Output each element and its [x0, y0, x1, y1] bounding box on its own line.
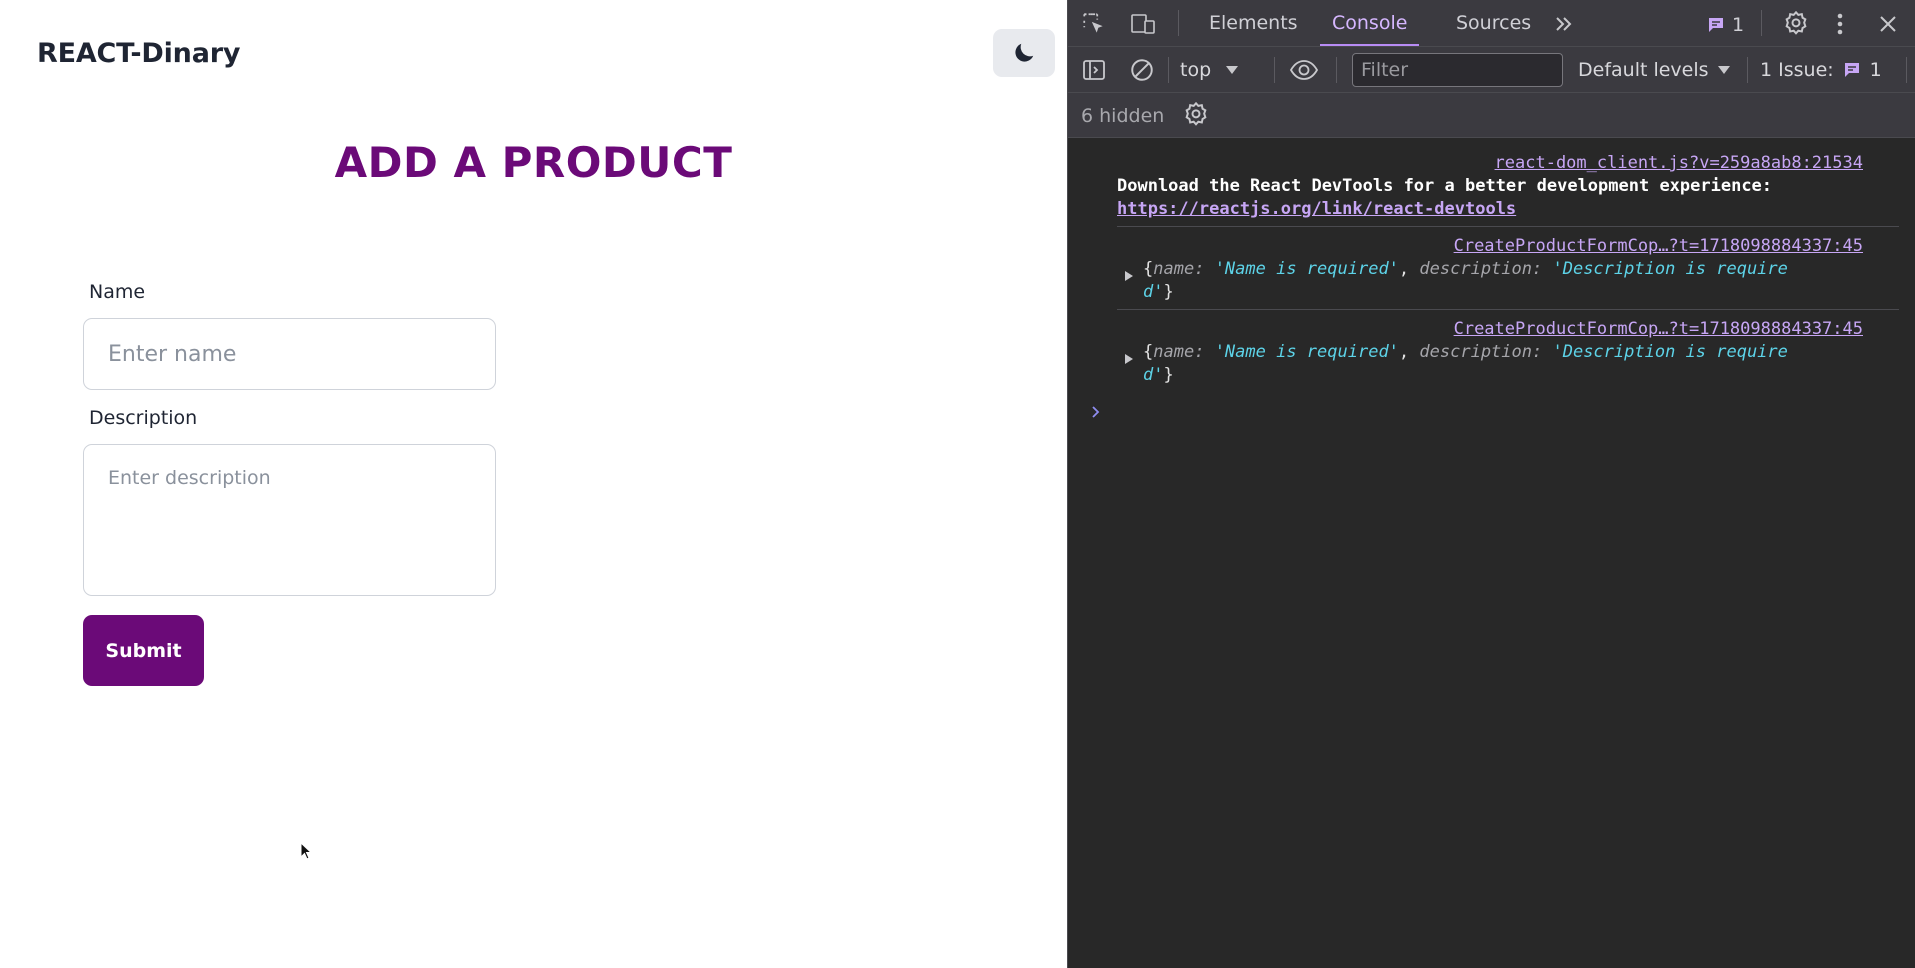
console-prompt-chevron-icon	[1092, 406, 1100, 418]
tab-elements[interactable]: Elements	[1209, 0, 1298, 46]
issues-badge[interactable]: 1	[1700, 12, 1750, 38]
issues-label: 1 Issue:	[1760, 59, 1834, 81]
expand-triangle-icon[interactable]	[1124, 353, 1134, 365]
toolbar-separator	[1747, 57, 1748, 83]
issues-count-button[interactable]: 1 Issue: 1	[1760, 55, 1890, 85]
object-preview[interactable]: {name: 'Name is required', description: …	[1143, 259, 1788, 279]
app-viewport: REACT-Dinary ADD A PRODUCT Name Descript…	[0, 0, 1067, 968]
message-icon	[1708, 18, 1723, 32]
toolbar-separator	[1168, 57, 1169, 83]
message-separator	[1117, 309, 1899, 310]
react-devtools-link[interactable]: https://reactjs.org/link/react-devtools	[1117, 199, 1516, 219]
context-value: top	[1180, 59, 1212, 81]
tab-separator	[1178, 10, 1179, 36]
object-preview-wrap: d'}	[1143, 365, 1174, 385]
log-levels-label: Default levels	[1578, 59, 1709, 81]
toolbar-separator	[1336, 57, 1337, 83]
theme-toggle-button[interactable]	[993, 29, 1055, 77]
name-input[interactable]	[83, 318, 496, 390]
expand-triangle-icon[interactable]	[1124, 270, 1134, 282]
name-label: Name	[89, 281, 146, 303]
dropdown-caret-icon	[1226, 66, 1239, 74]
tab-sources[interactable]: Sources	[1456, 0, 1531, 46]
console-prompt-input[interactable]	[1113, 397, 1893, 427]
devtools-tabbar: Elements Console Sources 1	[1068, 0, 1915, 47]
description-textarea[interactable]	[83, 444, 496, 596]
clear-console-icon[interactable]	[1128, 56, 1156, 84]
tab-separator	[1761, 10, 1762, 36]
dropdown-caret-icon	[1717, 66, 1730, 74]
device-toolbar-icon[interactable]	[1128, 10, 1158, 38]
tab-console[interactable]: Console	[1320, 0, 1420, 46]
mouse-cursor-icon	[300, 842, 313, 860]
inspect-element-icon[interactable]	[1080, 10, 1108, 38]
close-icon[interactable]	[1874, 10, 1902, 38]
message-icon	[1844, 63, 1859, 77]
live-expression-eye-icon[interactable]	[1288, 55, 1320, 85]
page-title: ADD A PRODUCT	[334, 138, 733, 187]
settings-gear-icon[interactable]	[1781, 9, 1811, 39]
console-settings-gear-icon[interactable]	[1181, 100, 1211, 130]
sidebar-toggle-icon[interactable]	[1080, 56, 1108, 84]
moon-icon	[1015, 43, 1034, 62]
filter-input[interactable]	[1352, 53, 1563, 87]
message-source-link[interactable]: CreateProductFormCop…?t=1718098884337:45	[1454, 236, 1863, 256]
message-source-link[interactable]: CreateProductFormCop…?t=1718098884337:45	[1454, 319, 1863, 339]
toolbar-separator	[1274, 57, 1275, 83]
message-source-link[interactable]: react-dom_client.js?v=259a8ab8:21534	[1495, 153, 1863, 173]
hidden-count-label: 6 hidden	[1081, 105, 1165, 127]
object-preview-wrap: d'}	[1143, 282, 1174, 302]
issues-count: 1	[1869, 59, 1882, 81]
context-selector[interactable]: top	[1180, 55, 1260, 85]
description-label: Description	[89, 407, 198, 429]
more-options-icon[interactable]	[1830, 9, 1850, 39]
devtools-panel: Elements Console Sources 1 top Filter De…	[1067, 0, 1915, 968]
console-toolbar: top Default levels 1 Issue: 1	[1068, 47, 1915, 93]
message-text: Download the React DevTools for a better…	[1117, 176, 1773, 196]
object-preview[interactable]: {name: 'Name is required', description: …	[1143, 342, 1788, 362]
brand-title[interactable]: REACT-Dinary	[37, 38, 240, 69]
hidden-messages-row: 6 hidden	[1068, 93, 1915, 138]
toolbar-separator	[1906, 57, 1907, 83]
message-separator	[1117, 226, 1899, 227]
chevron-double-right-icon[interactable]	[1550, 10, 1578, 38]
submit-button[interactable]: Submit	[83, 615, 204, 686]
issues-badge-count: 1	[1731, 14, 1745, 36]
log-levels-dropdown[interactable]: Default levels	[1578, 55, 1738, 85]
